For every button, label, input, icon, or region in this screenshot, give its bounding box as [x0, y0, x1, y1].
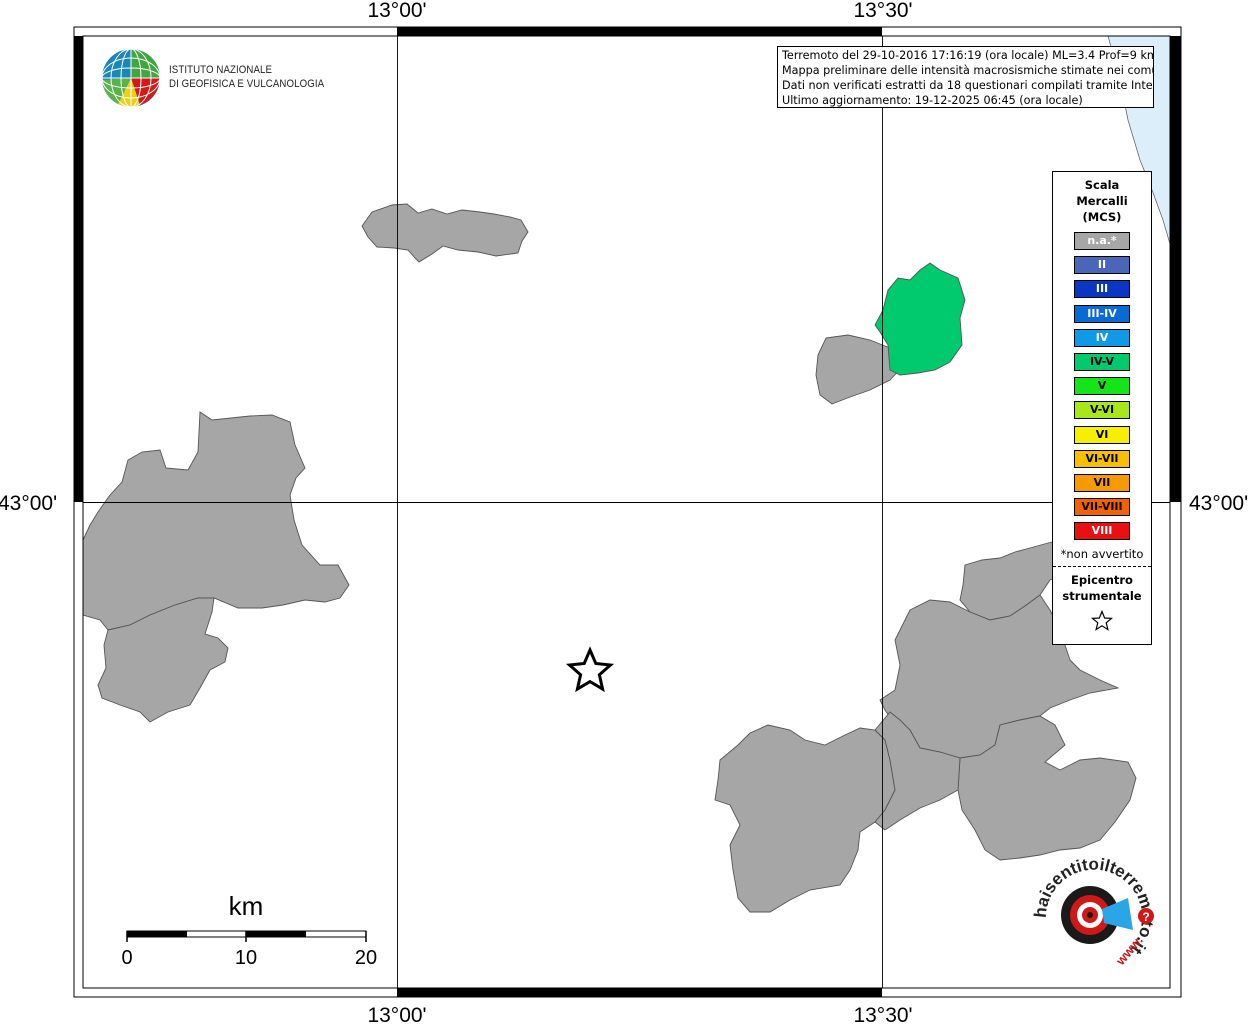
- legend-items: n.a.* II III III-IV IV IV-V V V-VI VI VI-VII VII VI…: [1053, 232, 1151, 541]
- scale-tick-10: 10: [235, 947, 257, 969]
- legend-item: n.a.*: [1074, 232, 1130, 250]
- legend-divider: [1053, 566, 1151, 568]
- municipalities: [82, 203, 1137, 913]
- frame-left-segment: [74, 36, 83, 502]
- scale-bar: km 0 10 20: [121, 891, 377, 969]
- legend-item: IV-V: [1074, 352, 1130, 371]
- lon-label-bottom-left: 13°00': [367, 1004, 426, 1024]
- ingv-logo-text: ISTITUTO NAZIONALE DI GEOFISICA E VULCAN…: [169, 63, 324, 91]
- legend-item: V-VI: [1074, 401, 1130, 420]
- municipality-west-large: [82, 411, 350, 631]
- frame-bottom-segment: [397, 988, 882, 997]
- ingv-org-line2: DI GEOFISICA E VULCANOLOGIA: [169, 78, 325, 90]
- ingv-globe-icon: [101, 48, 161, 108]
- legend-epicenter-line2: strumentale: [1062, 589, 1142, 604]
- legend-epicenter-label: Epicentro strumentale: [1053, 572, 1151, 604]
- info-line-data-source: Dati non verificati estratti da 18 quest…: [782, 79, 1154, 92]
- info-line-updated: Ultimo aggiornamento: 19-12-2025 06:45 (…: [782, 94, 1083, 107]
- municipality-north-center: [361, 203, 529, 263]
- scale-tick-0: 0: [121, 947, 132, 969]
- epicenter-star-icon: [565, 646, 615, 693]
- legend-item: VI: [1074, 425, 1130, 444]
- legend-item: II: [1074, 256, 1130, 275]
- hsit-logo: haisentitoilterremoto.it www. ?: [1031, 855, 1157, 969]
- frame-right-segment: [1170, 36, 1181, 502]
- legend-item: VII-VIII: [1074, 498, 1130, 517]
- lon-label-top-left: 13°00': [367, 0, 426, 22]
- lon-label-bottom-right: 13°30': [853, 1004, 912, 1024]
- legend-item: IV: [1074, 328, 1130, 347]
- intensity-legend: Scala Mercalli (MCS) n.a.* II III III-IV IV I…: [1052, 171, 1152, 645]
- legend-item: VI-VII: [1074, 449, 1130, 468]
- frame-top-segment: [397, 27, 882, 36]
- info-line-event: Terremoto del 29-10-2016 17:16:19 (ora l…: [782, 49, 1154, 62]
- scale-tick-20: 20: [355, 947, 377, 969]
- event-info-box: Terremoto del 29-10-2016 17:16:19 (ora l…: [777, 46, 1154, 108]
- legend-item: III-IV: [1074, 304, 1130, 323]
- legend-epicenter-line1: Epicentro: [1071, 573, 1133, 588]
- legend-note: *non avvertito: [1060, 547, 1144, 562]
- municipality-south-center: [714, 724, 896, 913]
- lat-label-left: 43°00': [0, 492, 57, 515]
- legend-item: III: [1074, 280, 1130, 299]
- legend-star-icon: [1053, 610, 1151, 636]
- legend-item: VII: [1074, 473, 1130, 492]
- legend-item: VIII: [1074, 522, 1130, 541]
- legend-title: Scala Mercalli (MCS): [1053, 177, 1151, 225]
- ingv-org-line1: ISTITUTO NAZIONALE: [169, 64, 273, 76]
- legend-item: V: [1074, 377, 1130, 396]
- lon-label-top-right: 13°30': [853, 0, 912, 22]
- legend-title-line2: Mercalli: [1076, 194, 1128, 208]
- legend-title-line3: (MCS): [1082, 210, 1122, 224]
- svg-text:?: ?: [1142, 910, 1149, 924]
- lat-label-right: 43°00': [1189, 492, 1248, 515]
- info-line-description: Mappa preliminare delle intensità macros…: [782, 64, 1154, 77]
- scale-bar-title: km: [229, 891, 264, 921]
- legend-title-line1: Scala: [1084, 178, 1120, 192]
